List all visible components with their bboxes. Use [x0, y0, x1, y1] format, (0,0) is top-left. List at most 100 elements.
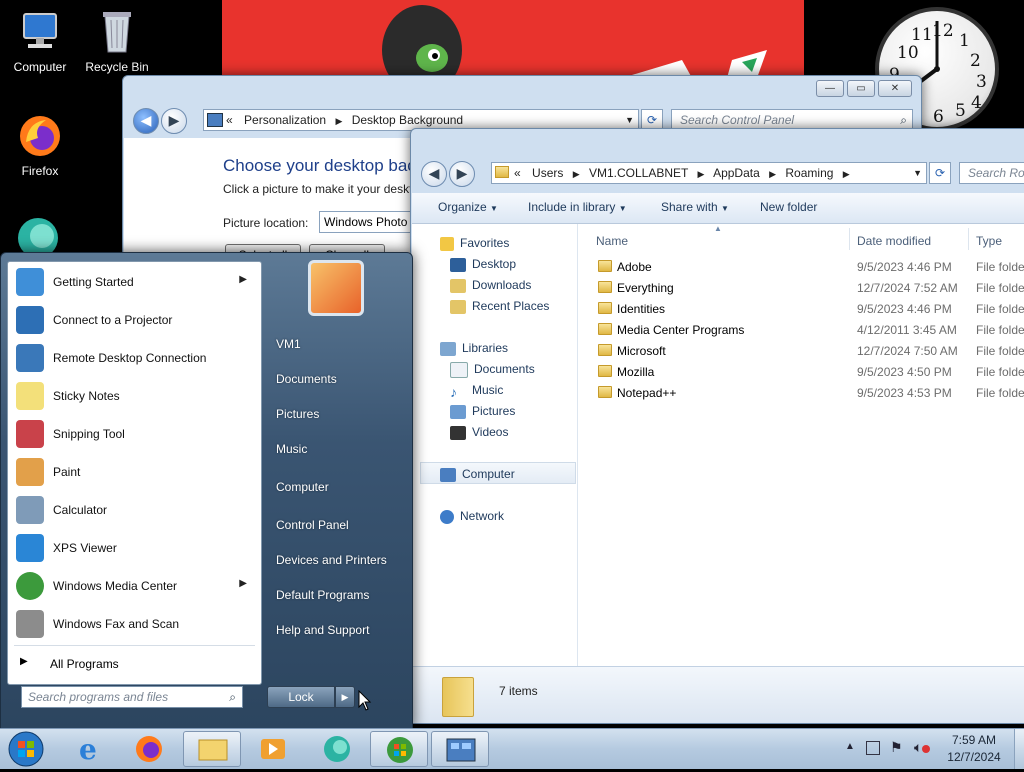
nav-libraries[interactable]: Libraries — [440, 341, 508, 356]
pictures-icon — [450, 404, 466, 419]
nav-downloads[interactable]: Downloads — [450, 278, 531, 293]
user-avatar[interactable] — [308, 260, 364, 316]
column-date-modified[interactable]: Date modified — [857, 234, 931, 248]
close-button[interactable]: ✕ — [878, 80, 912, 97]
organize-label: Organize — [438, 200, 487, 214]
start-item-fax-scan[interactable]: Windows Fax and Scan — [12, 606, 257, 642]
breadcrumb-user[interactable]: VM1.COLLABNET — [589, 166, 688, 180]
table-row[interactable]: Everything 12/7/2024 7:52 AM File folder — [578, 277, 1024, 298]
start-link-pictures[interactable]: Pictures — [276, 407, 319, 421]
tray-clock[interactable]: 7:59 AM 12/7/2024 — [938, 733, 1010, 764]
lock-button[interactable]: Lock — [267, 686, 335, 708]
start-item-remote-desktop[interactable]: Remote Desktop Connection — [12, 340, 257, 376]
breadcrumb-overflow[interactable]: « — [226, 113, 233, 127]
start-link-documents[interactable]: Documents — [276, 372, 337, 386]
desktop-icon-computer[interactable]: Computer — [0, 8, 80, 74]
show-desktop-button[interactable] — [1014, 729, 1024, 769]
taskbar-control-panel[interactable] — [431, 731, 489, 767]
start-search-input[interactable]: Search programs and files ⌕ — [21, 686, 243, 708]
taskbar-windows-explorer[interactable] — [183, 731, 241, 767]
taskbar-media-player[interactable] — [244, 731, 302, 767]
start-link-music[interactable]: Music — [276, 442, 307, 456]
start-item-media-center[interactable]: Windows Media Center ▶ — [12, 568, 257, 604]
table-row[interactable]: Identities 9/5/2023 4:46 PM File folder — [578, 298, 1024, 319]
back-button[interactable]: ◀ — [421, 161, 447, 187]
chevron-down-icon[interactable]: ▼ — [625, 110, 634, 130]
share-with-button[interactable]: Share with ▼ — [661, 200, 729, 214]
start-link-computer[interactable]: Computer — [276, 480, 329, 494]
taskbar-internet-explorer[interactable]: e — [60, 731, 118, 767]
desktop-app-icon[interactable] — [14, 214, 62, 258]
minimize-button[interactable]: — — [816, 80, 844, 97]
desktop-icon-recycle-bin[interactable]: Recycle Bin — [77, 8, 157, 74]
organize-button[interactable]: Organize ▼ — [438, 200, 498, 214]
nav-computer[interactable]: Computer — [440, 467, 515, 482]
nav-favorites[interactable]: Favorites — [440, 236, 509, 251]
file-name: Mozilla — [617, 365, 655, 379]
all-programs-button[interactable]: ▶ All Programs — [12, 650, 257, 678]
breadcrumb-users[interactable]: Users — [532, 166, 563, 180]
start-item-xps-viewer[interactable]: XPS Viewer — [12, 530, 257, 566]
nav-pictures[interactable]: Pictures — [450, 404, 515, 419]
refresh-icon[interactable]: ⟳ — [929, 162, 951, 184]
file-name: Notepad++ — [617, 386, 677, 400]
column-divider[interactable] — [968, 228, 969, 250]
start-link-user[interactable]: VM1 — [276, 337, 301, 351]
nav-videos[interactable]: Videos — [450, 425, 508, 440]
nav-music[interactable]: ♪ Music — [450, 383, 503, 400]
start-item-getting-started[interactable]: Getting Started ▶ — [12, 264, 257, 300]
breadcrumb-appdata[interactable]: AppData — [713, 166, 760, 180]
breadcrumb-overflow[interactable]: « — [514, 166, 521, 180]
address-bar[interactable]: « Users ▶ VM1.COLLABNET ▶ AppData ▶ Roam… — [491, 162, 927, 184]
breadcrumb-personalization[interactable]: Personalization — [244, 113, 326, 127]
start-item-connect-projector[interactable]: Connect to a Projector — [12, 302, 257, 338]
action-center-flag-icon[interactable]: ⚑ — [890, 739, 903, 756]
start-link-devices-printers[interactable]: Devices and Printers — [276, 553, 387, 567]
table-row[interactable]: Media Center Programs 4/12/2011 3:45 AM Fi… — [578, 319, 1024, 340]
start-link-default-programs[interactable]: Default Programs — [276, 588, 369, 602]
new-folder-button[interactable]: New folder — [760, 200, 817, 214]
column-divider[interactable] — [849, 228, 850, 250]
start-link-help-support[interactable]: Help and Support — [276, 623, 369, 637]
nav-desktop[interactable]: Desktop — [450, 257, 516, 272]
table-row[interactable]: Notepad++ 9/5/2023 4:53 PM File folder — [578, 382, 1024, 403]
forward-button[interactable]: ▶ — [449, 161, 475, 187]
nav-network[interactable]: Network — [440, 509, 504, 524]
recycle-bin-icon — [93, 8, 141, 56]
taskbar-app[interactable] — [308, 731, 366, 767]
start-item-snipping-tool[interactable]: Snipping Tool — [12, 416, 257, 452]
back-button[interactable]: ◀ — [133, 108, 159, 134]
nav-label: Documents — [474, 362, 535, 377]
column-name[interactable]: Name — [596, 234, 628, 248]
search-input[interactable]: Search Roaming — [959, 162, 1024, 184]
taskbar-firefox[interactable] — [120, 731, 178, 767]
table-row[interactable]: Mozilla 9/5/2023 4:50 PM File folder — [578, 361, 1024, 382]
start-button[interactable] — [4, 729, 48, 769]
table-row[interactable]: Adobe 9/5/2023 4:46 PM File folder — [578, 256, 1024, 277]
nav-recent-places[interactable]: Recent Places — [450, 299, 549, 314]
forward-button[interactable]: ▶ — [161, 108, 187, 134]
breadcrumb-roaming[interactable]: Roaming — [785, 166, 833, 180]
include-in-library-button[interactable]: Include in library ▼ — [528, 200, 627, 214]
start-link-control-panel[interactable]: Control Panel — [276, 518, 349, 532]
desktop-icon-firefox[interactable]: Firefox — [0, 112, 80, 178]
start-item-label: Paint — [53, 465, 81, 479]
start-item-label: Getting Started — [53, 275, 134, 289]
folder-icon — [598, 260, 612, 272]
nav-documents[interactable]: Documents — [450, 362, 535, 378]
start-item-paint[interactable]: Paint — [12, 454, 257, 490]
column-type[interactable]: Type — [976, 234, 1002, 248]
chevron-down-icon[interactable]: ▼ — [913, 163, 922, 183]
file-type: File folder — [976, 344, 1024, 358]
start-item-label: Connect to a Projector — [53, 313, 173, 327]
breadcrumb-desktop-background[interactable]: Desktop Background — [352, 113, 463, 127]
taskbar-windows-media-center[interactable] — [370, 731, 428, 767]
start-item-calculator[interactable]: Calculator — [12, 492, 257, 528]
lock-options-arrow-icon[interactable]: ▶ — [335, 686, 355, 708]
table-row[interactable]: Microsoft 12/7/2024 7:50 AM File folder — [578, 340, 1024, 361]
show-hidden-icons-chevron-icon[interactable]: ▲ — [845, 741, 855, 752]
network-tray-icon[interactable] — [866, 741, 880, 755]
start-item-sticky-notes[interactable]: Sticky Notes — [12, 378, 257, 414]
explorer-window[interactable]: ◀ ▶ « Users ▶ VM1.COLLABNET ▶ AppData ▶ … — [410, 128, 1024, 724]
maximize-button[interactable]: ▭ — [847, 80, 875, 97]
